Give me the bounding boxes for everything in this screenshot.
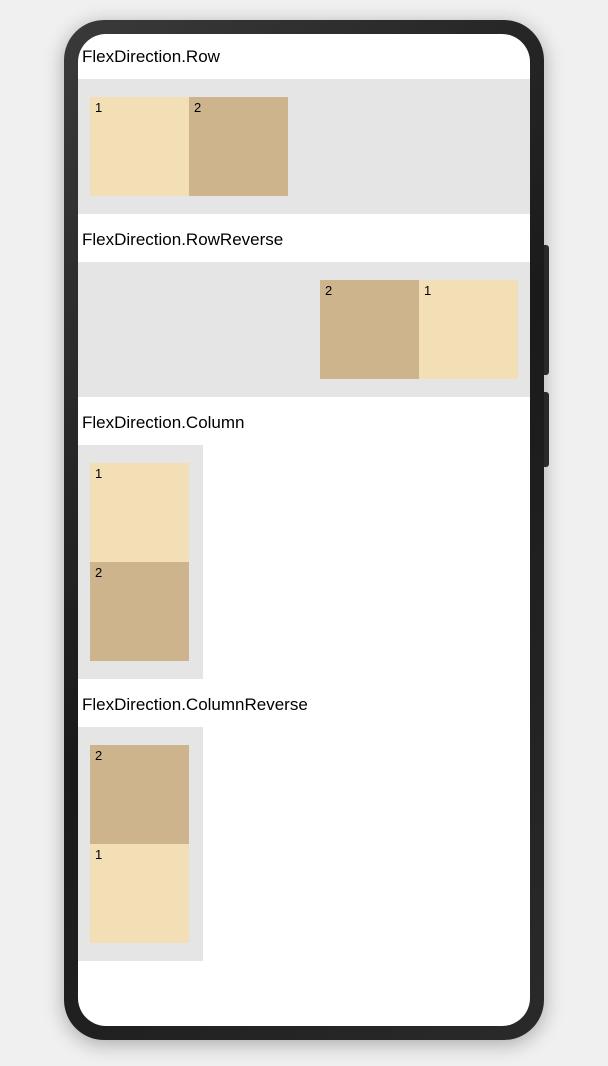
- flex-row-container: 1 2: [78, 79, 530, 214]
- section-title-column: FlexDirection.Column: [78, 405, 530, 441]
- flex-row-reverse-container: 1 2: [78, 262, 530, 397]
- section-title-column-reverse: FlexDirection.ColumnReverse: [78, 687, 530, 723]
- section-title-row-reverse: FlexDirection.RowReverse: [78, 222, 530, 258]
- app-content: FlexDirection.Row 1 2 FlexDirection.RowR…: [78, 39, 530, 961]
- flex-row-box-2: 2: [189, 97, 288, 196]
- device-side-button-1: [544, 245, 549, 375]
- flex-row-reverse-box-2: 2: [320, 280, 419, 379]
- section-title-row: FlexDirection.Row: [78, 39, 530, 75]
- flex-row-box-1: 1: [90, 97, 189, 196]
- flex-column-box-1: 1: [90, 463, 189, 562]
- device-side-button-2: [544, 392, 549, 467]
- flex-column-reverse-box-2: 2: [90, 745, 189, 844]
- flex-column-box-2: 2: [90, 562, 189, 661]
- flex-column-container: 1 2: [78, 445, 203, 679]
- device-screen: FlexDirection.Row 1 2 FlexDirection.RowR…: [78, 34, 530, 1026]
- device-frame: FlexDirection.Row 1 2 FlexDirection.RowR…: [64, 20, 544, 1040]
- flex-column-reverse-box-1: 1: [90, 844, 189, 943]
- flex-column-reverse-container: 1 2: [78, 727, 203, 961]
- flex-row-reverse-box-1: 1: [419, 280, 518, 379]
